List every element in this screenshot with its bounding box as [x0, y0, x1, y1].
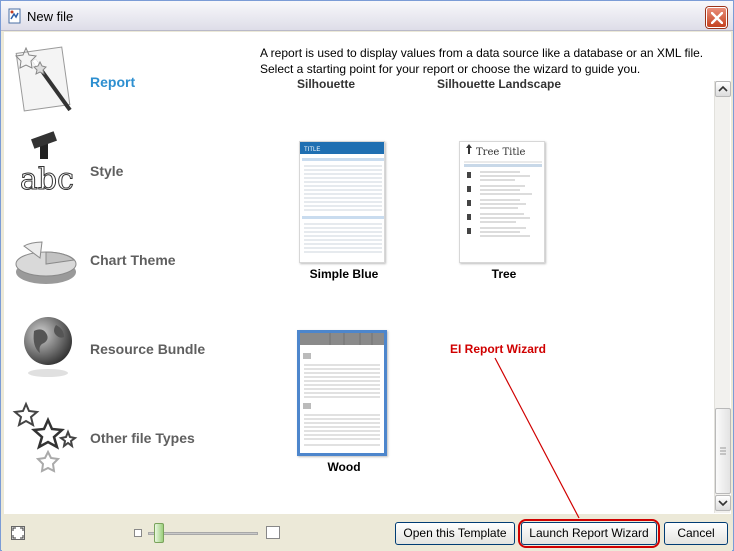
- dialog-content: Report abc Style Chart Theme Resource Bu…: [4, 32, 731, 514]
- category-chart-theme[interactable]: Chart Theme: [12, 218, 242, 300]
- zoom-slider[interactable]: [148, 532, 258, 535]
- description-text: A report is used to display values from …: [260, 45, 720, 77]
- template-label-silhouette-landscape[interactable]: Silhouette Landscape: [437, 77, 561, 91]
- chevron-up-icon: [718, 85, 728, 92]
- window-title: New file: [27, 9, 74, 24]
- scroll-up-button[interactable]: [715, 81, 731, 97]
- title-bar: New file: [1, 1, 733, 31]
- category-report-label: Report: [90, 74, 136, 90]
- new-file-dialog: New file Report abc Style Chart Theme Re…: [0, 0, 734, 551]
- template-label-simple-blue: Simple Blue: [309, 267, 379, 281]
- stars-icon: [12, 396, 84, 478]
- svg-text:abc: abc: [20, 162, 74, 197]
- new-file-icon: [7, 8, 23, 24]
- cancel-button[interactable]: Cancel: [664, 522, 728, 545]
- chevron-down-icon: [718, 500, 728, 507]
- tree-thumb-title: Tree Title: [476, 147, 526, 158]
- zoom-min-icon: [134, 529, 142, 537]
- category-style[interactable]: abc Style: [12, 129, 242, 211]
- close-icon: [711, 12, 723, 24]
- grip-icon: [720, 447, 726, 455]
- category-style-label: Style: [90, 163, 124, 179]
- template-label-wood: Wood: [327, 460, 361, 474]
- scroll-thumb[interactable]: [715, 408, 731, 494]
- category-other-file-types-label: Other file Types: [90, 430, 195, 446]
- globe-icon: [12, 307, 84, 389]
- pie-chart-icon: [12, 218, 84, 300]
- style-brush-icon: abc: [12, 129, 84, 211]
- category-other-file-types[interactable]: Other file Types: [12, 396, 242, 478]
- scroll-down-button[interactable]: [715, 495, 731, 511]
- category-report[interactable]: Report: [12, 40, 242, 122]
- bottom-bar: Open this Template Launch Report Wizard …: [2, 515, 732, 551]
- report-wand-icon: [12, 40, 84, 122]
- zoom-slider-handle[interactable]: [154, 523, 164, 543]
- template-gallery: Silhouette Silhouette Landscape TITLE Si…: [251, 75, 711, 511]
- description-line-1: A report is used to display values from …: [260, 46, 704, 60]
- gallery-scrollbar[interactable]: [714, 81, 731, 513]
- expand-icon[interactable]: [11, 526, 25, 540]
- simple-blue-thumb-title: TITLE: [304, 147, 320, 153]
- category-resource-bundle-label: Resource Bundle: [90, 341, 206, 357]
- template-thumbnail: Tree Title: [459, 141, 545, 263]
- template-thumbnail: TITLE: [299, 141, 385, 263]
- category-chart-theme-label: Chart Theme: [90, 252, 176, 268]
- annotation-label: EI Report Wizard: [450, 342, 546, 356]
- zoom-max-icon: [266, 526, 280, 539]
- template-thumbnail: [297, 330, 387, 456]
- template-label-tree: Tree: [491, 267, 517, 281]
- open-template-button[interactable]: Open this Template: [395, 522, 515, 545]
- template-label-silhouette[interactable]: Silhouette: [297, 77, 355, 91]
- annotation-highlight-ring: [518, 519, 660, 548]
- category-resource-bundle[interactable]: Resource Bundle: [12, 307, 242, 389]
- close-button[interactable]: [706, 7, 727, 28]
